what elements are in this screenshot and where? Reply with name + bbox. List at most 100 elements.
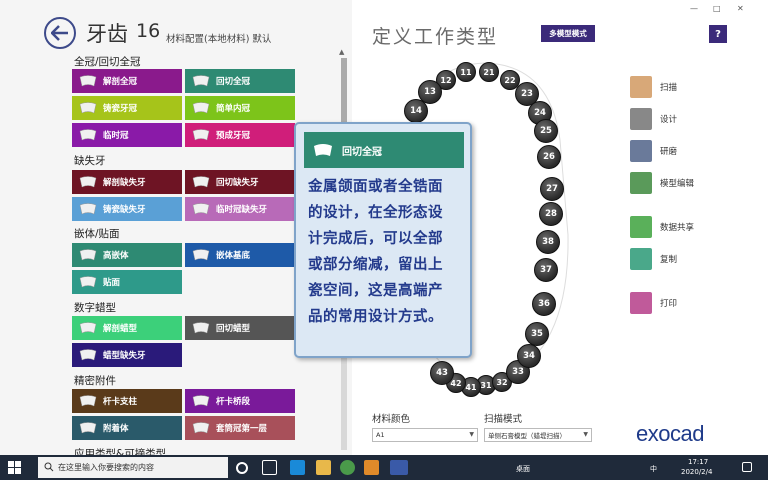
exocad-taskbar-icon[interactable]	[390, 460, 408, 475]
tile-label: 蜡型缺失牙	[103, 351, 146, 361]
tooth-icon	[78, 348, 98, 362]
windows-start-icon[interactable]	[8, 461, 21, 474]
material-color-label: 材料颜色	[372, 414, 411, 425]
work-type-tile[interactable]: 解剖全冠	[72, 69, 182, 93]
sidebar-item[interactable]: 设计	[630, 108, 677, 130]
sidebar-item[interactable]: 数据共享	[630, 216, 694, 238]
tooth-27[interactable]: 27	[540, 177, 564, 201]
minimize-button[interactable]: —	[690, 4, 698, 13]
exocad-logo: exocad	[636, 421, 704, 446]
work-type-tile[interactable]: 预成牙冠	[185, 123, 295, 147]
tooth-icon	[191, 101, 211, 115]
material-color-value: A1	[376, 431, 385, 439]
tile-label: 解剖全冠	[103, 77, 138, 87]
work-type-tile[interactable]: 回切全冠	[185, 69, 295, 93]
maximize-button[interactable]: □	[713, 4, 721, 13]
work-type-tile[interactable]: 贴面	[72, 270, 182, 294]
sidebar-item[interactable]: 扫描	[630, 76, 677, 98]
tooth-icon	[78, 248, 98, 262]
work-type-tile[interactable]: 解剖蜡型	[72, 316, 182, 340]
taskbar-search-input[interactable]: 在这里输入你要搜索的内容	[38, 457, 228, 478]
crown-icon	[314, 144, 332, 156]
tooth-icon	[78, 128, 98, 142]
tooltip-line: 或部分缩减，留出上	[308, 257, 443, 273]
tile-label: 贴面	[103, 278, 121, 288]
search-placeholder: 在这里输入你要搜索的内容	[58, 463, 154, 472]
tooth-14[interactable]: 14	[404, 99, 428, 123]
tooltip-line: 品的常用设计方式。	[308, 309, 443, 325]
multi-model-button[interactable]: 多模型模式	[541, 25, 595, 42]
tile-label: 回切缺失牙	[216, 178, 259, 188]
ime-indicator[interactable]: 中	[650, 464, 657, 474]
tile-label: 临时冠缺失牙	[216, 205, 268, 215]
sidebar-item-label: 设计	[660, 115, 678, 125]
tooth-11[interactable]: 11	[456, 62, 476, 82]
sidebar-item[interactable]: 打印	[630, 292, 677, 314]
clock-time[interactable]: 17:17	[688, 458, 708, 466]
scroll-up-icon[interactable]: ▲	[339, 48, 344, 56]
work-type-tile[interactable]: 套筒冠第一层	[185, 416, 295, 440]
category-label: 缺失牙	[74, 155, 106, 167]
work-type-tile[interactable]: 嵌体基底	[185, 243, 295, 267]
work-type-tile[interactable]: 附着体	[72, 416, 182, 440]
notification-icon[interactable]	[742, 462, 752, 472]
work-type-tile[interactable]: 解剖缺失牙	[72, 170, 182, 194]
sidebar-item-label: 扫描	[660, 83, 678, 93]
tile-label: 嵌体基底	[216, 251, 251, 261]
scan-mode-value: 单侧石膏模型（蜡堤扫描）	[488, 432, 566, 440]
work-type-tile[interactable]: 蜡型缺失牙	[72, 343, 182, 367]
category-label: 应用类型&可摘类型	[74, 448, 167, 455]
work-type-tile[interactable]: 简单内冠	[185, 96, 295, 120]
tooth-icon	[78, 394, 98, 408]
work-type-tile[interactable]: 杆卡支柱	[72, 389, 182, 413]
material-color-select[interactable]: A1 ▼	[372, 428, 478, 442]
tooth-34[interactable]: 34	[517, 344, 541, 368]
sidebar-item[interactable]: 研磨	[630, 140, 677, 162]
file-explorer-icon[interactable]	[316, 460, 331, 475]
tooth-26[interactable]: 26	[537, 145, 561, 169]
tile-label: 解剖缺失牙	[103, 178, 146, 188]
sidebar-item[interactable]: 复制	[630, 248, 677, 270]
app-icon[interactable]	[364, 460, 379, 475]
tooth-36[interactable]: 36	[532, 292, 556, 316]
scan-mode-select[interactable]: 单侧石膏模型（蜡堤扫描） ▼	[484, 428, 592, 442]
tooth-icon	[78, 74, 98, 88]
clock-date[interactable]: 2020/2/4	[681, 468, 712, 476]
tooltip-line: 计完成后，可以全部	[308, 231, 443, 247]
work-type-tile[interactable]: 高嵌体	[72, 243, 182, 267]
tooltip-line: 金属颌面或者全锆面	[308, 179, 443, 195]
chrome-icon[interactable]	[340, 460, 355, 475]
category-label: 嵌体/贴面	[74, 228, 120, 240]
sidebar-icon	[630, 140, 652, 162]
close-button[interactable]: ✕	[737, 4, 744, 13]
sidebar-icon	[630, 108, 652, 130]
work-type-tile[interactable]: 临时冠	[72, 123, 182, 147]
search-icon	[44, 462, 54, 472]
tooth-icon	[191, 74, 211, 88]
tooth-35[interactable]: 35	[525, 322, 549, 346]
tooth-28[interactable]: 28	[539, 202, 563, 226]
chevron-down-icon: ▼	[469, 431, 474, 438]
work-type-tile[interactable]: 回切缺失牙	[185, 170, 295, 194]
back-button[interactable]	[44, 17, 76, 49]
help-button[interactable]: ?	[709, 25, 727, 43]
desktop-label[interactable]: 桌面	[516, 464, 530, 474]
tooth-43[interactable]: 43	[430, 361, 454, 385]
cortana-icon[interactable]	[236, 462, 248, 474]
work-type-tile[interactable]: 铸瓷牙冠	[72, 96, 182, 120]
tooth-37[interactable]: 37	[534, 258, 558, 282]
tooth-icon	[78, 321, 98, 335]
tile-label: 杆卡桥段	[216, 397, 251, 407]
sidebar-item[interactable]: 模型编辑	[630, 172, 694, 194]
work-type-tile[interactable]: 铸瓷缺失牙	[72, 197, 182, 221]
work-type-tile[interactable]: 回切蜡型	[185, 316, 295, 340]
tooth-25[interactable]: 25	[534, 119, 558, 143]
work-type-tile[interactable]: 临时冠缺失牙	[185, 197, 295, 221]
tooth-icon	[191, 202, 211, 216]
tooth-21[interactable]: 21	[479, 62, 499, 82]
work-type-tile[interactable]: 杆卡桥段	[185, 389, 295, 413]
task-view-icon[interactable]	[262, 460, 277, 475]
tooth-38[interactable]: 38	[536, 230, 560, 254]
edge-icon[interactable]	[290, 460, 305, 475]
tooth-icon	[78, 275, 98, 289]
